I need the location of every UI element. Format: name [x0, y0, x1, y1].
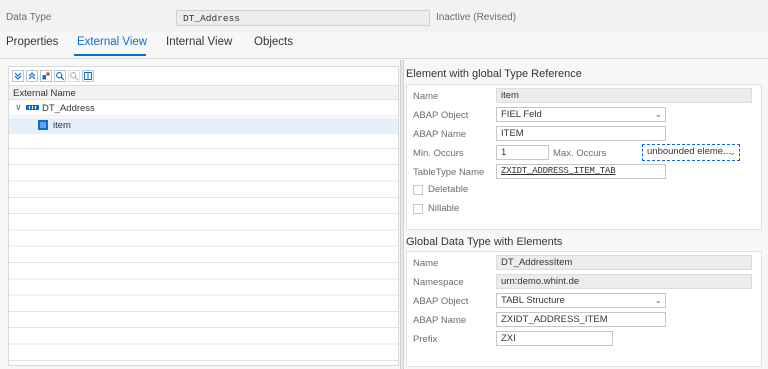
insert-icon[interactable]	[40, 70, 52, 82]
tree-node-label: DT_Address	[42, 103, 95, 114]
abap-name-label: ABAP Name	[413, 129, 467, 140]
tree-toolbar	[9, 67, 398, 85]
abap-object-label: ABAP Object	[413, 110, 469, 121]
abap-name-input[interactable]: ITEM	[496, 126, 666, 141]
prefix-input[interactable]: ZXI	[496, 331, 613, 346]
page: Data Type DT_Address Inactive (Revised) …	[0, 0, 768, 369]
namespace-label: Namespace	[413, 277, 464, 288]
tab-properties[interactable]: Properties	[6, 36, 58, 48]
chevron-down-icon[interactable]: ⌄	[728, 147, 736, 158]
data-type-name-field: DT_Address	[176, 10, 430, 26]
chevron-down-icon[interactable]: ∨	[15, 102, 22, 113]
complex-type-icon	[26, 105, 39, 110]
tabletype-name-input[interactable]: ZXIDT_ADDRESS_ITEM_TAB	[496, 164, 666, 179]
tab-external-view[interactable]: External View	[77, 36, 147, 48]
active-tab-indicator	[74, 54, 146, 56]
tabletype-name-label: TableType Name	[413, 167, 485, 178]
tree-grid	[9, 100, 398, 366]
element-section-title: Element with global Type Reference	[406, 68, 582, 80]
tree-node-label: item	[53, 120, 71, 131]
abap-name-label: ABAP Name	[413, 315, 467, 326]
global-abap-object-select[interactable]: TABL Structure ⌄	[496, 293, 666, 308]
namespace-field: urn:demo.whint.de	[496, 274, 752, 289]
table-settings-icon[interactable]	[82, 70, 94, 82]
max-occurs-label: Max. Occurs	[553, 148, 607, 159]
tab-internal-view[interactable]: Internal View	[166, 36, 232, 48]
expand-all-icon[interactable]	[12, 70, 24, 82]
name-label: Name	[413, 91, 439, 102]
global-abap-name-input[interactable]: ZXIDT_ADDRESS_ITEM	[496, 312, 666, 327]
abap-object-value: FIEL Feld	[501, 109, 542, 120]
global-type-name-field: DT_AddressItem	[496, 255, 752, 270]
global-type-form: Name DT_AddressItem Namespace urn:demo.w…	[406, 251, 762, 367]
max-occurs-select[interactable]: unbounded eleme... ⌄	[642, 144, 740, 161]
data-type-label: Data Type	[6, 12, 52, 23]
deletable-label: Deletable	[428, 184, 469, 195]
abap-object-select[interactable]: FIEL Feld ⌄	[496, 107, 666, 122]
status-text: Inactive (Revised)	[436, 12, 517, 23]
element-form: Name item ABAP Object FIEL Feld ⌄ ABAP N…	[406, 84, 762, 230]
panel-splitter[interactable]	[400, 60, 404, 369]
deletable-checkbox[interactable]	[413, 185, 423, 195]
tree-node-item[interactable]: item	[9, 118, 398, 134]
min-occurs-label: Min. Occurs	[413, 148, 464, 159]
abap-object-value: TABL Structure	[501, 295, 565, 306]
structure-tree-panel: External Name ∨ DT_Address item	[8, 66, 399, 366]
collapse-all-icon[interactable]	[26, 70, 38, 82]
name-label: Name	[413, 258, 439, 269]
min-occurs-input[interactable]: 1	[496, 145, 549, 160]
tree-node-dt-address[interactable]: ∨ DT_Address	[9, 101, 398, 117]
tab-objects[interactable]: Objects	[254, 36, 293, 48]
tab-divider	[0, 58, 768, 59]
nillable-label: Nillable	[428, 203, 460, 214]
nillable-checkbox[interactable]	[413, 204, 423, 214]
search-icon[interactable]	[54, 70, 66, 82]
global-section-title: Global Data Type with Elements	[406, 236, 563, 248]
element-icon	[38, 120, 48, 130]
abap-object-label: ABAP Object	[413, 296, 469, 307]
external-name-column-header: External Name	[9, 85, 398, 100]
chevron-down-icon[interactable]: ⌄	[654, 109, 662, 120]
chevron-down-icon[interactable]: ⌄	[654, 295, 662, 306]
search-next-icon[interactable]	[68, 70, 80, 82]
element-name-field: item	[496, 88, 752, 103]
prefix-label: Prefix	[413, 334, 438, 345]
max-occurs-value: unbounded eleme...	[647, 146, 731, 157]
